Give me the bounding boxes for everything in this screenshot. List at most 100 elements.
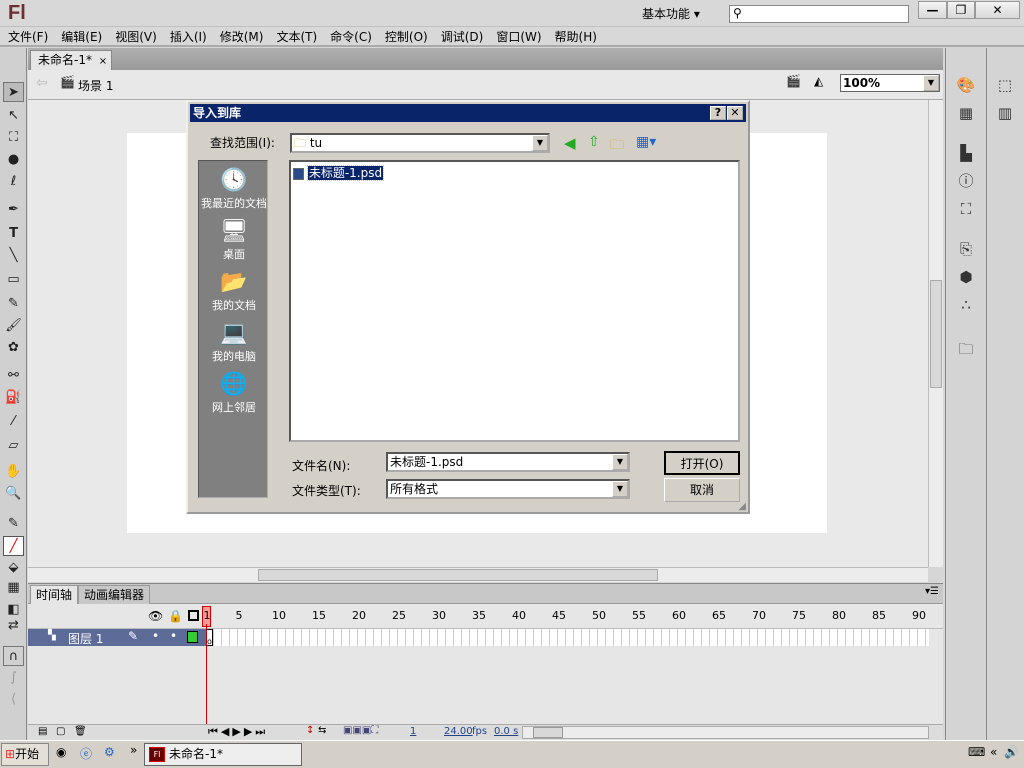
smooth-icon[interactable]: ∫ <box>3 668 24 688</box>
transform-icon[interactable]: ⛶ <box>954 198 978 220</box>
place-my-documents[interactable]: 📂 我的文档 <box>199 269 269 313</box>
open-button[interactable]: 打开(O) <box>664 451 740 475</box>
minimize-button[interactable]: — <box>918 1 947 19</box>
dialog-close-button[interactable]: ✕ <box>727 106 743 120</box>
edit-scene-icon[interactable]: 🎬 <box>786 74 801 88</box>
help-button[interactable]: ? <box>710 106 726 120</box>
vertical-scrollbar[interactable] <box>928 100 943 567</box>
lasso-tool-icon[interactable]: ℓ <box>3 172 24 192</box>
layer-row[interactable]: ▚ 图层 1 ✎ • • <box>28 629 206 646</box>
straighten-icon[interactable]: ⟨ <box>3 690 24 710</box>
new-layer-icon[interactable]: ▤ <box>38 726 47 737</box>
timeline-hscroll[interactable] <box>522 726 929 739</box>
eye-icon[interactable]: 👁 <box>148 609 163 623</box>
workspace-switcher[interactable]: 基本功能 ▾ <box>642 5 700 22</box>
tab-motion-editor[interactable]: 动画编辑器 <box>78 585 151 604</box>
fill-color-icon[interactable]: ╱ <box>3 536 24 556</box>
eyedropper-tool-icon[interactable]: ⁄ <box>3 412 24 432</box>
fill-icon[interactable]: ⬙ <box>3 558 24 578</box>
new-folder-icon[interactable]: ▢ <box>56 726 65 737</box>
current-frame[interactable]: 1 <box>410 726 416 737</box>
project-icon[interactable]: 🗀 <box>954 338 978 360</box>
brush-tool-icon[interactable]: 🖌 <box>3 316 24 336</box>
snap-magnet-icon[interactable]: ∩ <box>3 646 24 666</box>
menu-debug[interactable]: 调试(D) <box>441 27 484 45</box>
settings-icon[interactable]: ⚙ <box>104 745 115 759</box>
volume-icon[interactable]: 🔊 <box>1004 745 1019 759</box>
properties-icon[interactable]: ⬚ <box>993 74 1017 96</box>
close-button[interactable]: ✕ <box>975 1 1020 19</box>
file-item[interactable]: 未标题-1.psd <box>293 164 385 181</box>
bone-tool-icon[interactable]: ⚯ <box>3 366 24 386</box>
start-button[interactable]: ⊞开始 <box>1 743 49 766</box>
hand-tool-icon[interactable]: ✋ <box>3 462 24 482</box>
menu-insert[interactable]: 插入(I) <box>170 27 207 45</box>
components-icon[interactable]: ⬢ <box>954 266 978 288</box>
back-arrow-icon[interactable]: ⇦ <box>36 75 48 91</box>
layer-color-icon[interactable] <box>187 631 198 643</box>
taskbar-item-flash[interactable]: Fl 未命名-1* <box>144 743 302 766</box>
menu-commands[interactable]: 命令(C) <box>330 27 372 45</box>
eraser-tool-icon[interactable]: ▱ <box>3 436 24 456</box>
subselection-tool-icon[interactable]: ↖ <box>3 106 24 126</box>
visibility-dot[interactable]: • <box>152 629 159 643</box>
place-desktop[interactable]: 🖥 桌面 <box>199 218 269 262</box>
place-my-computer[interactable]: 💻 我的电脑 <box>199 320 269 364</box>
lock-icon[interactable]: 🔒 <box>168 609 183 623</box>
pen-tool-icon[interactable]: ✒ <box>3 200 24 220</box>
menu-control[interactable]: 控制(O) <box>385 27 428 45</box>
new-folder-icon[interactable]: 🗀 <box>610 134 624 158</box>
cancel-button[interactable]: 取消 <box>664 478 740 502</box>
rectangle-tool-icon[interactable]: ▭ <box>3 270 24 290</box>
line-tool-icon[interactable]: ╲ <box>3 246 24 266</box>
actions-icon[interactable]: ⎘ <box>954 238 978 260</box>
place-recent[interactable]: 🕓 我最近的文档 <box>199 167 269 211</box>
menu-file[interactable]: 文件(F) <box>8 27 48 45</box>
media-player-icon[interactable]: ◉ <box>56 745 66 759</box>
selection-tool-icon[interactable]: ➤ <box>3 82 24 102</box>
place-network[interactable]: 🌐 网上邻居 <box>199 371 269 415</box>
zoom-select[interactable]: 100% ▼ <box>840 74 940 92</box>
document-tab[interactable]: 未命名-1* × <box>30 50 112 70</box>
chevron-down-icon[interactable]: ▼ <box>923 75 939 91</box>
resize-grip-icon[interactable]: ◢ <box>738 501 746 512</box>
paint-bucket-tool-icon[interactable]: ⛽ <box>3 388 24 408</box>
close-tab-icon[interactable]: × <box>99 56 107 67</box>
3d-rotation-tool-icon[interactable]: ● <box>3 150 24 170</box>
file-list[interactable]: 未标题-1.psd <box>289 160 740 442</box>
frame-grid[interactable]: o <box>206 629 929 646</box>
filetype-select[interactable]: 所有格式 ▼ <box>386 479 630 499</box>
menu-view[interactable]: 视图(V) <box>115 27 157 45</box>
chevron-down-icon[interactable]: ▼ <box>532 135 548 151</box>
stroke-color-icon[interactable]: ✎ <box>3 514 24 534</box>
keyboard-icon[interactable]: ⌨ <box>968 745 985 759</box>
swatches-icon[interactable]: ▦ <box>954 102 978 124</box>
color-palette-icon[interactable]: 🎨 <box>954 74 978 96</box>
edit-symbols-icon[interactable]: ◭ <box>814 74 823 88</box>
menu-text[interactable]: 文本(T) <box>276 27 317 45</box>
search-input[interactable]: ⚲ <box>729 5 909 23</box>
filename-input[interactable]: 未标题-1.psd ▼ <box>386 452 630 472</box>
ie-icon[interactable]: ⓔ <box>80 745 92 762</box>
menu-modify[interactable]: 修改(M) <box>220 27 264 45</box>
lock-dot[interactable]: • <box>170 629 177 643</box>
onion-skin-icon[interactable]: ▣▣▣⛶ <box>343 725 378 736</box>
tray-expand-icon[interactable]: « <box>990 745 997 759</box>
align-icon[interactable]: ▙ <box>954 142 978 164</box>
swatch-icon[interactable]: ▦ <box>3 578 24 598</box>
library-icon[interactable]: ▥ <box>993 102 1017 124</box>
horizontal-scrollbar[interactable] <box>28 567 928 582</box>
swap-colors-icon[interactable]: ⇄ <box>3 616 24 636</box>
up-folder-icon[interactable]: ⇧ <box>588 134 600 150</box>
chevron-down-icon[interactable]: ▼ <box>612 454 628 470</box>
frame-rate[interactable]: 24.00 <box>444 726 473 737</box>
free-transform-tool-icon[interactable]: ⛶ <box>3 128 24 148</box>
playback-controls-icon[interactable]: ⏮◀▶▶⏭ <box>208 725 268 739</box>
outline-icon[interactable] <box>188 610 199 621</box>
text-tool-icon[interactable]: T <box>3 224 24 244</box>
motion-presets-icon[interactable]: ∴ <box>954 294 978 316</box>
tab-timeline[interactable]: 时间轴 <box>30 585 79 604</box>
look-in-select[interactable]: 🗀 tu ▼ <box>290 133 550 153</box>
panel-menu-icon[interactable]: ▾☰ <box>925 586 939 597</box>
quicklaunch-more[interactable]: » <box>130 743 137 757</box>
